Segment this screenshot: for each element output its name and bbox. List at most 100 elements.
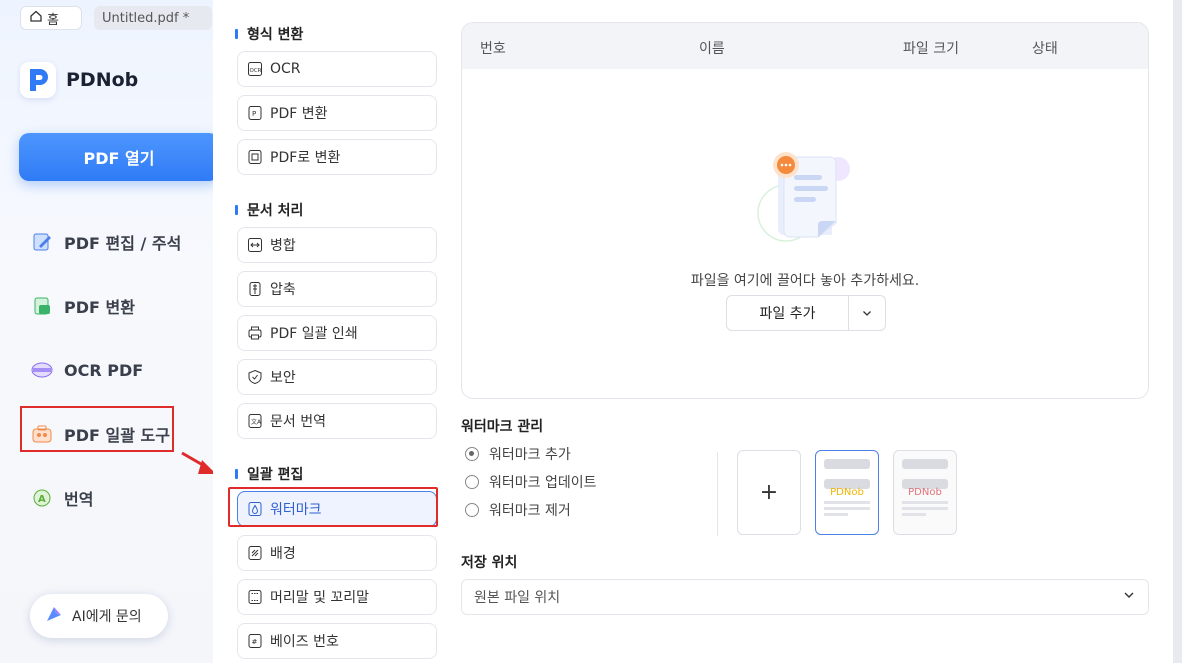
tool-label: 압축 <box>270 282 296 298</box>
nav-label: OCR PDF <box>64 360 144 380</box>
tab-file[interactable]: Untitled.pdf * <box>94 6 212 30</box>
tool-to-pdf[interactable]: PDF로 변환 <box>237 139 437 175</box>
tab-home[interactable]: 홈 <box>20 6 82 30</box>
watermark-preview-text: PDNob <box>830 487 864 498</box>
empty-file-illustration <box>756 149 856 249</box>
tool-label: 문서 번역 <box>270 414 326 430</box>
ask-ai-button[interactable]: AI에게 문의 <box>30 594 168 638</box>
add-file-dropdown[interactable] <box>849 296 885 330</box>
add-file-split-button: 파일 추가 <box>726 295 886 331</box>
preview-line <box>824 459 870 469</box>
tool-translate-doc[interactable]: 文A 문서 번역 <box>237 403 437 439</box>
section-label: 문서 처리 <box>247 203 304 219</box>
ai-sparkle-icon <box>44 604 64 628</box>
pdf-convert-icon: P <box>246 104 264 122</box>
batch-tools-panel: 형식 변환 OCR OCR P PDF 변환 PDF로 변환 문서 처리 병합 … <box>213 0 1173 663</box>
add-file-button[interactable]: 파일 추가 <box>727 296 849 330</box>
save-location-title: 저장 위치 <box>461 555 518 571</box>
save-location-value: 원본 파일 위치 <box>474 590 561 606</box>
left-sidebar: 홈 Untitled.pdf * PDNob PDF 열기 PDF 편집 / 주… <box>0 0 220 663</box>
section-label: 일괄 편집 <box>247 467 304 483</box>
watermark-template-2[interactable]: PDNob <box>893 450 957 535</box>
app-logo: PDNob <box>20 62 138 98</box>
file-drop-zone[interactable]: 번호 이름 파일 크기 상태 파일을 여기에 끌어다 놓아 추가하세요. 파일 <box>461 22 1149 399</box>
nav-ocr-pdf[interactable]: OCR PDF <box>30 355 143 385</box>
watermark-preview-text: PDNob <box>908 487 942 498</box>
ocr-icon <box>30 358 54 382</box>
tool-bates[interactable]: # 베이즈 번호 <box>237 623 437 659</box>
nav-translate[interactable]: A 번역 <box>30 483 93 513</box>
tool-security[interactable]: 보안 <box>237 359 437 395</box>
nav-edit-annotate[interactable]: PDF 편집 / 주석 <box>30 227 181 257</box>
col-number: 번호 <box>480 41 506 57</box>
section-bar <box>235 469 238 479</box>
preview-thin-line <box>824 507 870 510</box>
watermark-template-1[interactable]: PDNob <box>815 450 879 535</box>
section-label: 형식 변환 <box>247 27 304 43</box>
compress-icon <box>246 280 264 298</box>
to-pdf-icon <box>246 148 264 166</box>
section-bar <box>235 205 238 215</box>
tool-merge[interactable]: 병합 <box>237 227 437 263</box>
add-watermark-template-button[interactable]: + <box>737 450 801 535</box>
preview-thin-line <box>824 513 848 516</box>
translate-doc-icon: 文A <box>246 412 264 430</box>
nav-pdf-convert[interactable]: PDF 변환 <box>30 291 135 321</box>
preview-line <box>902 459 948 469</box>
chevron-down-icon <box>861 304 873 323</box>
merge-icon <box>246 236 264 254</box>
radio-circle <box>465 503 479 517</box>
radio-circle-selected <box>465 447 479 461</box>
col-status: 상태 <box>1032 41 1058 57</box>
save-location-select[interactable]: 원본 파일 위치 <box>461 579 1149 615</box>
tool-label: PDF 변환 <box>270 106 328 122</box>
nav-label: PDF 변환 <box>64 298 135 317</box>
app-name: PDNob <box>66 69 139 91</box>
tool-label: OCR <box>270 61 301 77</box>
background-icon <box>246 544 264 562</box>
tool-background[interactable]: 배경 <box>237 535 437 571</box>
preview-thin-line <box>902 501 948 504</box>
preview-thin-line <box>902 507 948 510</box>
svg-text:#: # <box>252 638 258 646</box>
divider <box>717 452 718 536</box>
tool-ocr[interactable]: OCR OCR <box>237 51 437 87</box>
radio-label: 워터마크 추가 <box>489 447 571 463</box>
nav-label: PDF 편집 / 주석 <box>64 234 182 253</box>
tool-pdf-convert[interactable]: P PDF 변환 <box>237 95 437 131</box>
tool-label: PDF로 변환 <box>270 150 341 166</box>
section-document: 문서 처리 <box>235 200 303 220</box>
tool-label: PDF 일괄 인쇄 <box>270 326 358 342</box>
tool-label: 보안 <box>270 370 296 386</box>
preview-thin-line <box>824 501 870 504</box>
radio-label: 워터마크 업데이트 <box>489 475 597 491</box>
section-batch: 일괄 편집 <box>235 464 303 484</box>
tab-file-label: Untitled.pdf * <box>102 10 190 26</box>
nav-highlight-box <box>20 406 174 452</box>
section-format: 형식 변환 <box>235 24 303 44</box>
nav-label: 번역 <box>64 490 94 509</box>
watermark-manage-title: 워터마크 관리 <box>461 419 544 435</box>
tool-label: 베이즈 번호 <box>270 634 339 650</box>
shield-icon <box>246 368 264 386</box>
chevron-down-icon <box>1122 588 1136 606</box>
tool-header-footer[interactable]: 머리말 및 꼬리말 <box>237 579 437 615</box>
svg-text:P: P <box>252 110 256 118</box>
tool-compress[interactable]: 압축 <box>237 271 437 307</box>
home-icon <box>29 9 43 27</box>
tab-home-label: 홈 <box>47 12 59 28</box>
edit-icon <box>30 230 54 254</box>
tool-batch-print[interactable]: PDF 일괄 인쇄 <box>237 315 437 351</box>
radio-remove-watermark[interactable]: 워터마크 제거 <box>465 500 571 520</box>
printer-icon <box>246 324 264 342</box>
radio-update-watermark[interactable]: 워터마크 업데이트 <box>465 472 597 492</box>
svg-text:文A: 文A <box>251 418 262 426</box>
radio-add-watermark[interactable]: 워터마크 추가 <box>465 444 571 464</box>
ocr-icon: OCR <box>246 60 264 78</box>
col-name: 이름 <box>699 41 725 57</box>
table-header: 번호 이름 파일 크기 상태 <box>462 23 1148 69</box>
tool-label: 머리말 및 꼬리말 <box>270 590 370 606</box>
plus-icon: + <box>759 480 779 505</box>
open-pdf-button[interactable]: PDF 열기 <box>19 133 219 181</box>
convert-icon <box>30 294 54 318</box>
